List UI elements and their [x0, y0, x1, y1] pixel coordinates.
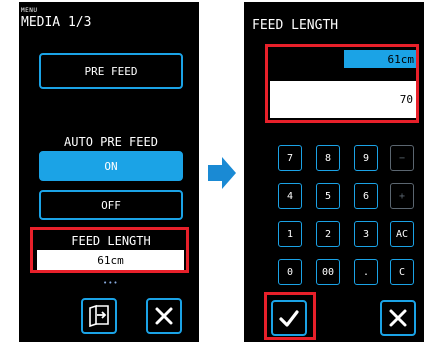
confirm-button-highlight: [264, 292, 316, 340]
page-title: FEED LENGTH: [252, 18, 339, 33]
pre-feed-button[interactable]: PRE FEED: [39, 53, 183, 89]
key-5[interactable]: 5: [316, 183, 340, 209]
media-load-button[interactable]: [81, 298, 117, 334]
close-button[interactable]: [380, 300, 416, 336]
close-icon: [389, 309, 407, 327]
key-0[interactable]: 0: [278, 259, 302, 285]
key-minus: −: [390, 145, 414, 171]
menu-label: MENU: [21, 7, 38, 14]
key-all-clear[interactable]: AC: [390, 221, 414, 247]
feed-length-highlight: [30, 227, 189, 273]
key-plus: +: [390, 183, 414, 209]
page-title: MEDIA 1/3: [21, 15, 92, 30]
key-4[interactable]: 4: [278, 183, 302, 209]
key-00[interactable]: 00: [316, 259, 340, 285]
key-3[interactable]: 3: [354, 221, 378, 247]
close-button[interactable]: [146, 298, 182, 334]
media-load-icon: [89, 304, 109, 328]
auto-pre-feed-on-button[interactable]: ON: [39, 151, 183, 181]
key-8[interactable]: 8: [316, 145, 340, 171]
key-1[interactable]: 1: [278, 221, 302, 247]
media-menu-screen: MENU MEDIA 1/3 PRE FEED AUTO PRE FEED ON…: [19, 2, 199, 342]
page-indicator: •••: [103, 279, 119, 287]
arrow-right-icon: [208, 157, 236, 189]
close-icon: [155, 307, 173, 325]
key-7[interactable]: 7: [278, 145, 302, 171]
auto-pre-feed-off-button[interactable]: OFF: [39, 190, 183, 220]
key-9[interactable]: 9: [354, 145, 378, 171]
feed-length-input-highlight: [265, 44, 419, 123]
key-6[interactable]: 6: [354, 183, 378, 209]
key-decimal[interactable]: .: [354, 259, 378, 285]
key-2[interactable]: 2: [316, 221, 340, 247]
auto-pre-feed-label: AUTO PRE FEED: [64, 135, 158, 149]
key-clear[interactable]: C: [390, 259, 414, 285]
